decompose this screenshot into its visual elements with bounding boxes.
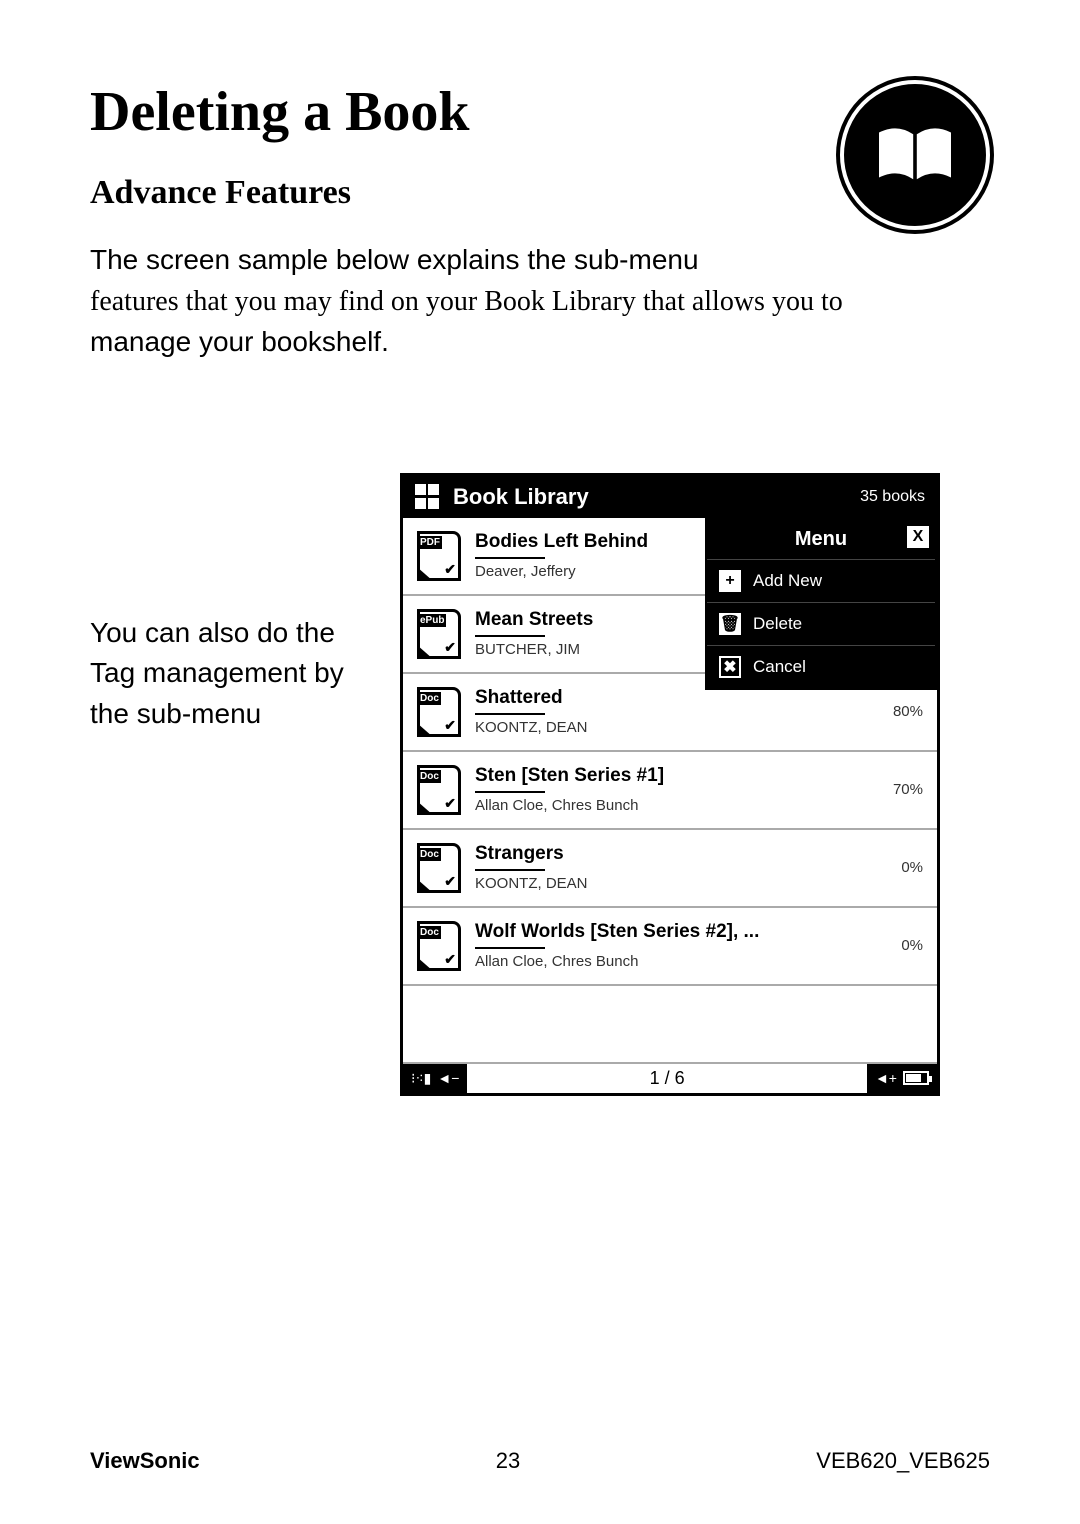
footer-right-icons: ◄+: [867, 1064, 937, 1092]
intro-line-1: The screen sample below explains the sub…: [90, 244, 699, 275]
book-title: Shattered: [475, 687, 859, 709]
device-screenshot: Book Library 35 books Menu X + Add New 🗑…: [400, 473, 940, 1096]
footer-model: VEB620_VEB625: [816, 1448, 990, 1474]
trash-icon: 🗑: [719, 613, 741, 635]
footer-brand: ViewSonic: [90, 1448, 200, 1474]
context-menu: Menu X + Add New 🗑 Delete ✖ Cancel: [705, 518, 937, 690]
pdf-file-icon: PDF✔: [417, 531, 461, 581]
file-format-badge: Doc: [418, 848, 441, 861]
plus-icon: +: [719, 570, 741, 592]
library-title: Book Library: [453, 484, 848, 510]
book-title: Strangers: [475, 843, 859, 865]
menu-item-label: Add New: [753, 571, 822, 591]
device-footer: ⁝⁖▮ ◄− 1 / 6 ◄+: [403, 1064, 937, 1093]
book-progress: 0%: [873, 859, 923, 876]
book-author: Allan Cloe, Chres Bunch: [475, 953, 859, 970]
menu-item-label: Delete: [753, 614, 802, 634]
book-list: Menu X + Add New 🗑 Delete ✖ Cancel PDF✔: [403, 518, 937, 1064]
file-format-badge: PDF: [418, 536, 442, 549]
book-title: Sten [Sten Series #1]: [475, 765, 859, 787]
file-format-badge: Doc: [418, 770, 441, 783]
book-count: 35 books: [860, 488, 925, 506]
intro-paragraph: The screen sample below explains the sub…: [90, 240, 990, 363]
book-author: Allan Cloe, Chres Bunch: [475, 797, 859, 814]
book-progress: 80%: [873, 703, 923, 720]
page-indicator: 1 / 6: [467, 1064, 867, 1093]
page-footer: ViewSonic 23 VEB620_VEB625: [90, 1448, 990, 1474]
footer-left-icons: ⁝⁖▮ ◄−: [403, 1064, 467, 1093]
footer-page-number: 23: [496, 1448, 520, 1474]
intro-line-3: manage your bookshelf.: [90, 326, 389, 357]
book-row[interactable]: Doc✔ Wolf Worlds [Sten Series #2], ... A…: [403, 908, 937, 986]
menu-item-add-new[interactable]: + Add New: [707, 559, 935, 602]
book-author: KOONTZ, DEAN: [475, 875, 859, 892]
menu-item-cancel[interactable]: ✖ Cancel: [707, 645, 935, 688]
book-progress: 0%: [873, 937, 923, 954]
signal-icon: ⁝⁖▮: [411, 1070, 431, 1087]
doc-file-icon: Doc✔: [417, 843, 461, 893]
device-header: Book Library 35 books: [403, 476, 937, 518]
book-logo-icon: [840, 80, 990, 230]
book-row[interactable]: Doc✔ Strangers KOONTZ, DEAN 0%: [403, 830, 937, 908]
file-format-badge: Doc: [418, 692, 441, 705]
menu-title: Menu X: [707, 520, 935, 559]
book-row[interactable]: Doc✔ Sten [Sten Series #1] Allan Cloe, C…: [403, 752, 937, 830]
doc-file-icon: Doc✔: [417, 687, 461, 737]
book-author: KOONTZ, DEAN: [475, 719, 859, 736]
menu-close-button[interactable]: X: [907, 526, 929, 548]
doc-file-icon: Doc✔: [417, 921, 461, 971]
cancel-icon: ✖: [719, 656, 741, 678]
epub-file-icon: ePub✔: [417, 609, 461, 659]
volume-up-icon: ◄+: [875, 1070, 897, 1086]
book-progress: 70%: [873, 781, 923, 798]
menu-item-label: Cancel: [753, 657, 806, 677]
battery-icon: [903, 1071, 929, 1085]
volume-down-icon: ◄−: [437, 1070, 459, 1086]
doc-file-icon: Doc✔: [417, 765, 461, 815]
side-note: You can also do the Tag management by th…: [90, 613, 370, 735]
book-title: Wolf Worlds [Sten Series #2], ...: [475, 921, 859, 943]
intro-line-2: features that you may find on your Book …: [90, 286, 843, 317]
file-format-badge: Doc: [418, 926, 441, 939]
library-grid-icon: [415, 484, 441, 510]
menu-item-delete[interactable]: 🗑 Delete: [707, 602, 935, 645]
empty-row: [403, 986, 937, 1064]
file-format-badge: ePub: [418, 614, 446, 627]
menu-title-text: Menu: [795, 528, 847, 551]
